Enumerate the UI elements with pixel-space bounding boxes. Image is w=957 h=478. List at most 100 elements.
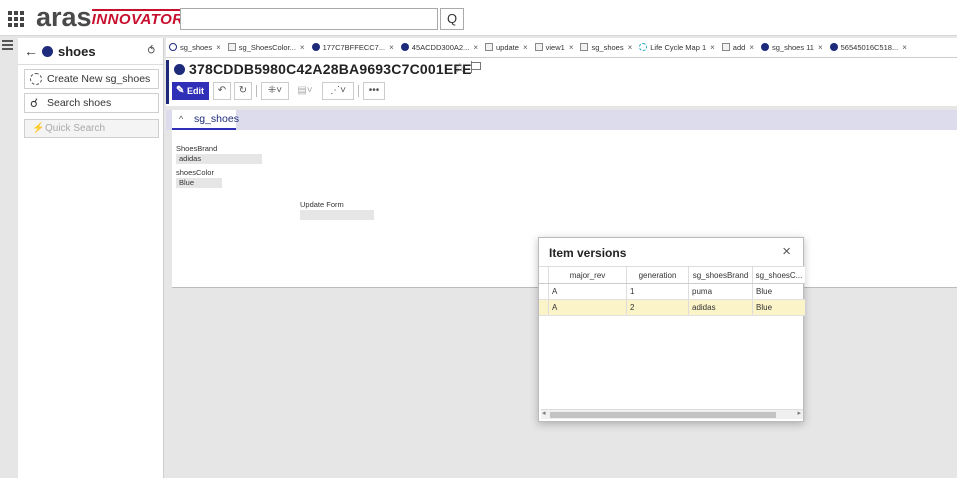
- close-icon[interactable]: ×: [749, 43, 754, 52]
- create-icon: [30, 73, 42, 85]
- major-rev-cell: A: [549, 284, 627, 299]
- tab-bar: sg_shoes × sg_ShoesColor... × 177C7BFFECC7..…: [166, 38, 957, 58]
- tree-icon: ⁜: [267, 85, 277, 96]
- tab-label: add: [732, 43, 746, 52]
- tab-label: update: [496, 43, 519, 52]
- dialog-title: Item versions: [549, 246, 627, 260]
- grid-header-row: major_rev generation sg_shoesBrand sg_sh…: [539, 266, 805, 284]
- tab-label: 45ACDD300A2...: [411, 43, 470, 52]
- close-icon[interactable]: ×: [216, 43, 221, 52]
- top-bar: arasINNOVATOR Q: [0, 0, 957, 36]
- tab-label: sg_shoes 11: [771, 43, 814, 52]
- pencil-icon: ✎: [176, 85, 185, 96]
- item-icon: [174, 64, 185, 75]
- structure-dropdown[interactable]: ⁜˅: [261, 82, 289, 100]
- pin-icon[interactable]: ⥀: [147, 44, 155, 57]
- tab-item[interactable]: sg_shoes ×: [166, 38, 225, 57]
- copy-icon: ▤: [297, 85, 307, 96]
- shoes-color-field[interactable]: Blue: [176, 178, 222, 188]
- document-icon: [534, 43, 543, 51]
- generation-cell: 1: [627, 284, 689, 299]
- refresh-icon[interactable]: ↻: [234, 82, 252, 100]
- more-icon[interactable]: •••: [363, 82, 385, 100]
- brand-cell: adidas: [689, 300, 753, 315]
- scroll-left-icon[interactable]: ◂: [542, 409, 546, 417]
- close-icon[interactable]: ×: [389, 43, 394, 52]
- tab-item[interactable]: view1 ×: [532, 38, 578, 57]
- shoes-color-label: shoesColor: [176, 168, 214, 177]
- sidebar-header: ← shoes ⥀: [18, 38, 163, 65]
- toolbar-separator: [256, 85, 257, 97]
- tab-item[interactable]: sg_shoes ×: [577, 38, 636, 57]
- horizontal-scrollbar[interactable]: ◂ ▸: [541, 409, 803, 419]
- close-icon[interactable]: ×: [569, 43, 574, 52]
- aras-logo: arasINNOVATOR: [36, 4, 184, 34]
- global-search-input[interactable]: [180, 8, 438, 30]
- tab-item[interactable]: 56545016C518... ×: [827, 38, 911, 57]
- item-title: 378CDDB5980C42A28BA9693C7C001EFE: [189, 61, 472, 77]
- search-shoes-button[interactable]: ☌ Search shoes: [24, 93, 159, 113]
- toolbar-separator: [358, 85, 359, 97]
- document-icon: [580, 43, 589, 51]
- column-header-color[interactable]: sg_shoesC...: [753, 267, 805, 283]
- row-selector[interactable]: [539, 284, 549, 299]
- generation-cell: 2: [627, 300, 689, 315]
- shoes-brand-field[interactable]: adidas: [176, 154, 262, 164]
- star-icon[interactable]: ☆: [454, 60, 466, 76]
- close-icon[interactable]: ×: [902, 43, 907, 52]
- undo-icon[interactable]: ↶: [213, 82, 231, 100]
- flag-icon[interactable]: [471, 61, 481, 73]
- search-shoes-label: Search shoes: [47, 97, 112, 109]
- menu-icon[interactable]: [2, 40, 13, 50]
- tab-item[interactable]: update ×: [482, 38, 532, 57]
- tab-label: view1: [545, 43, 565, 52]
- left-gutter: [0, 36, 16, 478]
- edit-button[interactable]: ✎ Edit: [172, 82, 209, 100]
- close-icon[interactable]: ×: [782, 243, 791, 260]
- tab-label: Life Cycle Map 1: [650, 43, 707, 52]
- item-icon: [760, 43, 769, 51]
- document-icon: [485, 43, 493, 51]
- tab-item[interactable]: 45ACDD300A2... ×: [398, 38, 482, 57]
- back-arrow-icon[interactable]: ←: [24, 43, 38, 59]
- create-new-button[interactable]: Create New sg_shoes: [24, 69, 159, 89]
- row-selector[interactable]: [539, 300, 549, 315]
- tab-label: sg_ShoesColor...: [238, 43, 296, 52]
- shoes-brand-label: ShoesBrand: [176, 144, 218, 153]
- close-icon[interactable]: ×: [523, 43, 528, 52]
- column-header-brand[interactable]: sg_shoesBrand: [689, 267, 753, 283]
- copy-dropdown[interactable]: ▤˅: [292, 82, 318, 100]
- close-icon[interactable]: ×: [300, 43, 305, 52]
- tab-item[interactable]: sg_ShoesColor... ×: [225, 38, 309, 57]
- column-header-major-rev[interactable]: major_rev: [549, 267, 627, 283]
- tab-item[interactable]: Life Cycle Map 1 ×: [636, 38, 719, 57]
- share-dropdown[interactable]: ⋰˅: [322, 82, 354, 100]
- accent-bar: [166, 60, 169, 104]
- search-icon[interactable]: Q: [440, 8, 464, 30]
- tab-item[interactable]: add ×: [719, 38, 758, 57]
- item-header: 378CDDB5980C42A28BA9693C7C001EFE ☆ ✎ Edi…: [166, 58, 957, 106]
- table-row[interactable]: A 2 adidas Blue: [539, 300, 805, 316]
- app-grid-icon[interactable]: [8, 11, 24, 27]
- update-form-field[interactable]: [300, 210, 374, 220]
- sidebar: ← shoes ⥀ Create New sg_shoes ☌ Search s…: [18, 38, 164, 478]
- item-icon: [829, 43, 838, 51]
- logo-aras: aras: [36, 2, 92, 32]
- close-icon[interactable]: ×: [473, 43, 478, 52]
- close-icon[interactable]: ×: [628, 43, 633, 52]
- tab-item[interactable]: 177C7BFFECC7... ×: [309, 38, 398, 57]
- quick-search-input[interactable]: ⚡ Quick Search: [24, 119, 159, 138]
- table-row[interactable]: A 1 puma Blue: [539, 284, 805, 300]
- search-icon: ☌: [30, 96, 39, 110]
- scroll-right-icon[interactable]: ▸: [797, 409, 801, 417]
- tab-item[interactable]: sg_shoes 11 ×: [758, 38, 827, 57]
- column-header-generation[interactable]: generation: [627, 267, 689, 283]
- scrollbar-thumb[interactable]: [550, 412, 776, 418]
- form-tab-label: sg_shoes: [194, 113, 239, 125]
- close-icon[interactable]: ×: [818, 43, 823, 52]
- share-icon: ⋰: [330, 85, 341, 96]
- tab-sg-shoes[interactable]: ^ sg_shoes: [172, 110, 239, 130]
- update-form-label: Update Form: [300, 200, 344, 209]
- close-icon[interactable]: ×: [710, 43, 715, 52]
- chevron-down-icon: ˅: [306, 85, 313, 96]
